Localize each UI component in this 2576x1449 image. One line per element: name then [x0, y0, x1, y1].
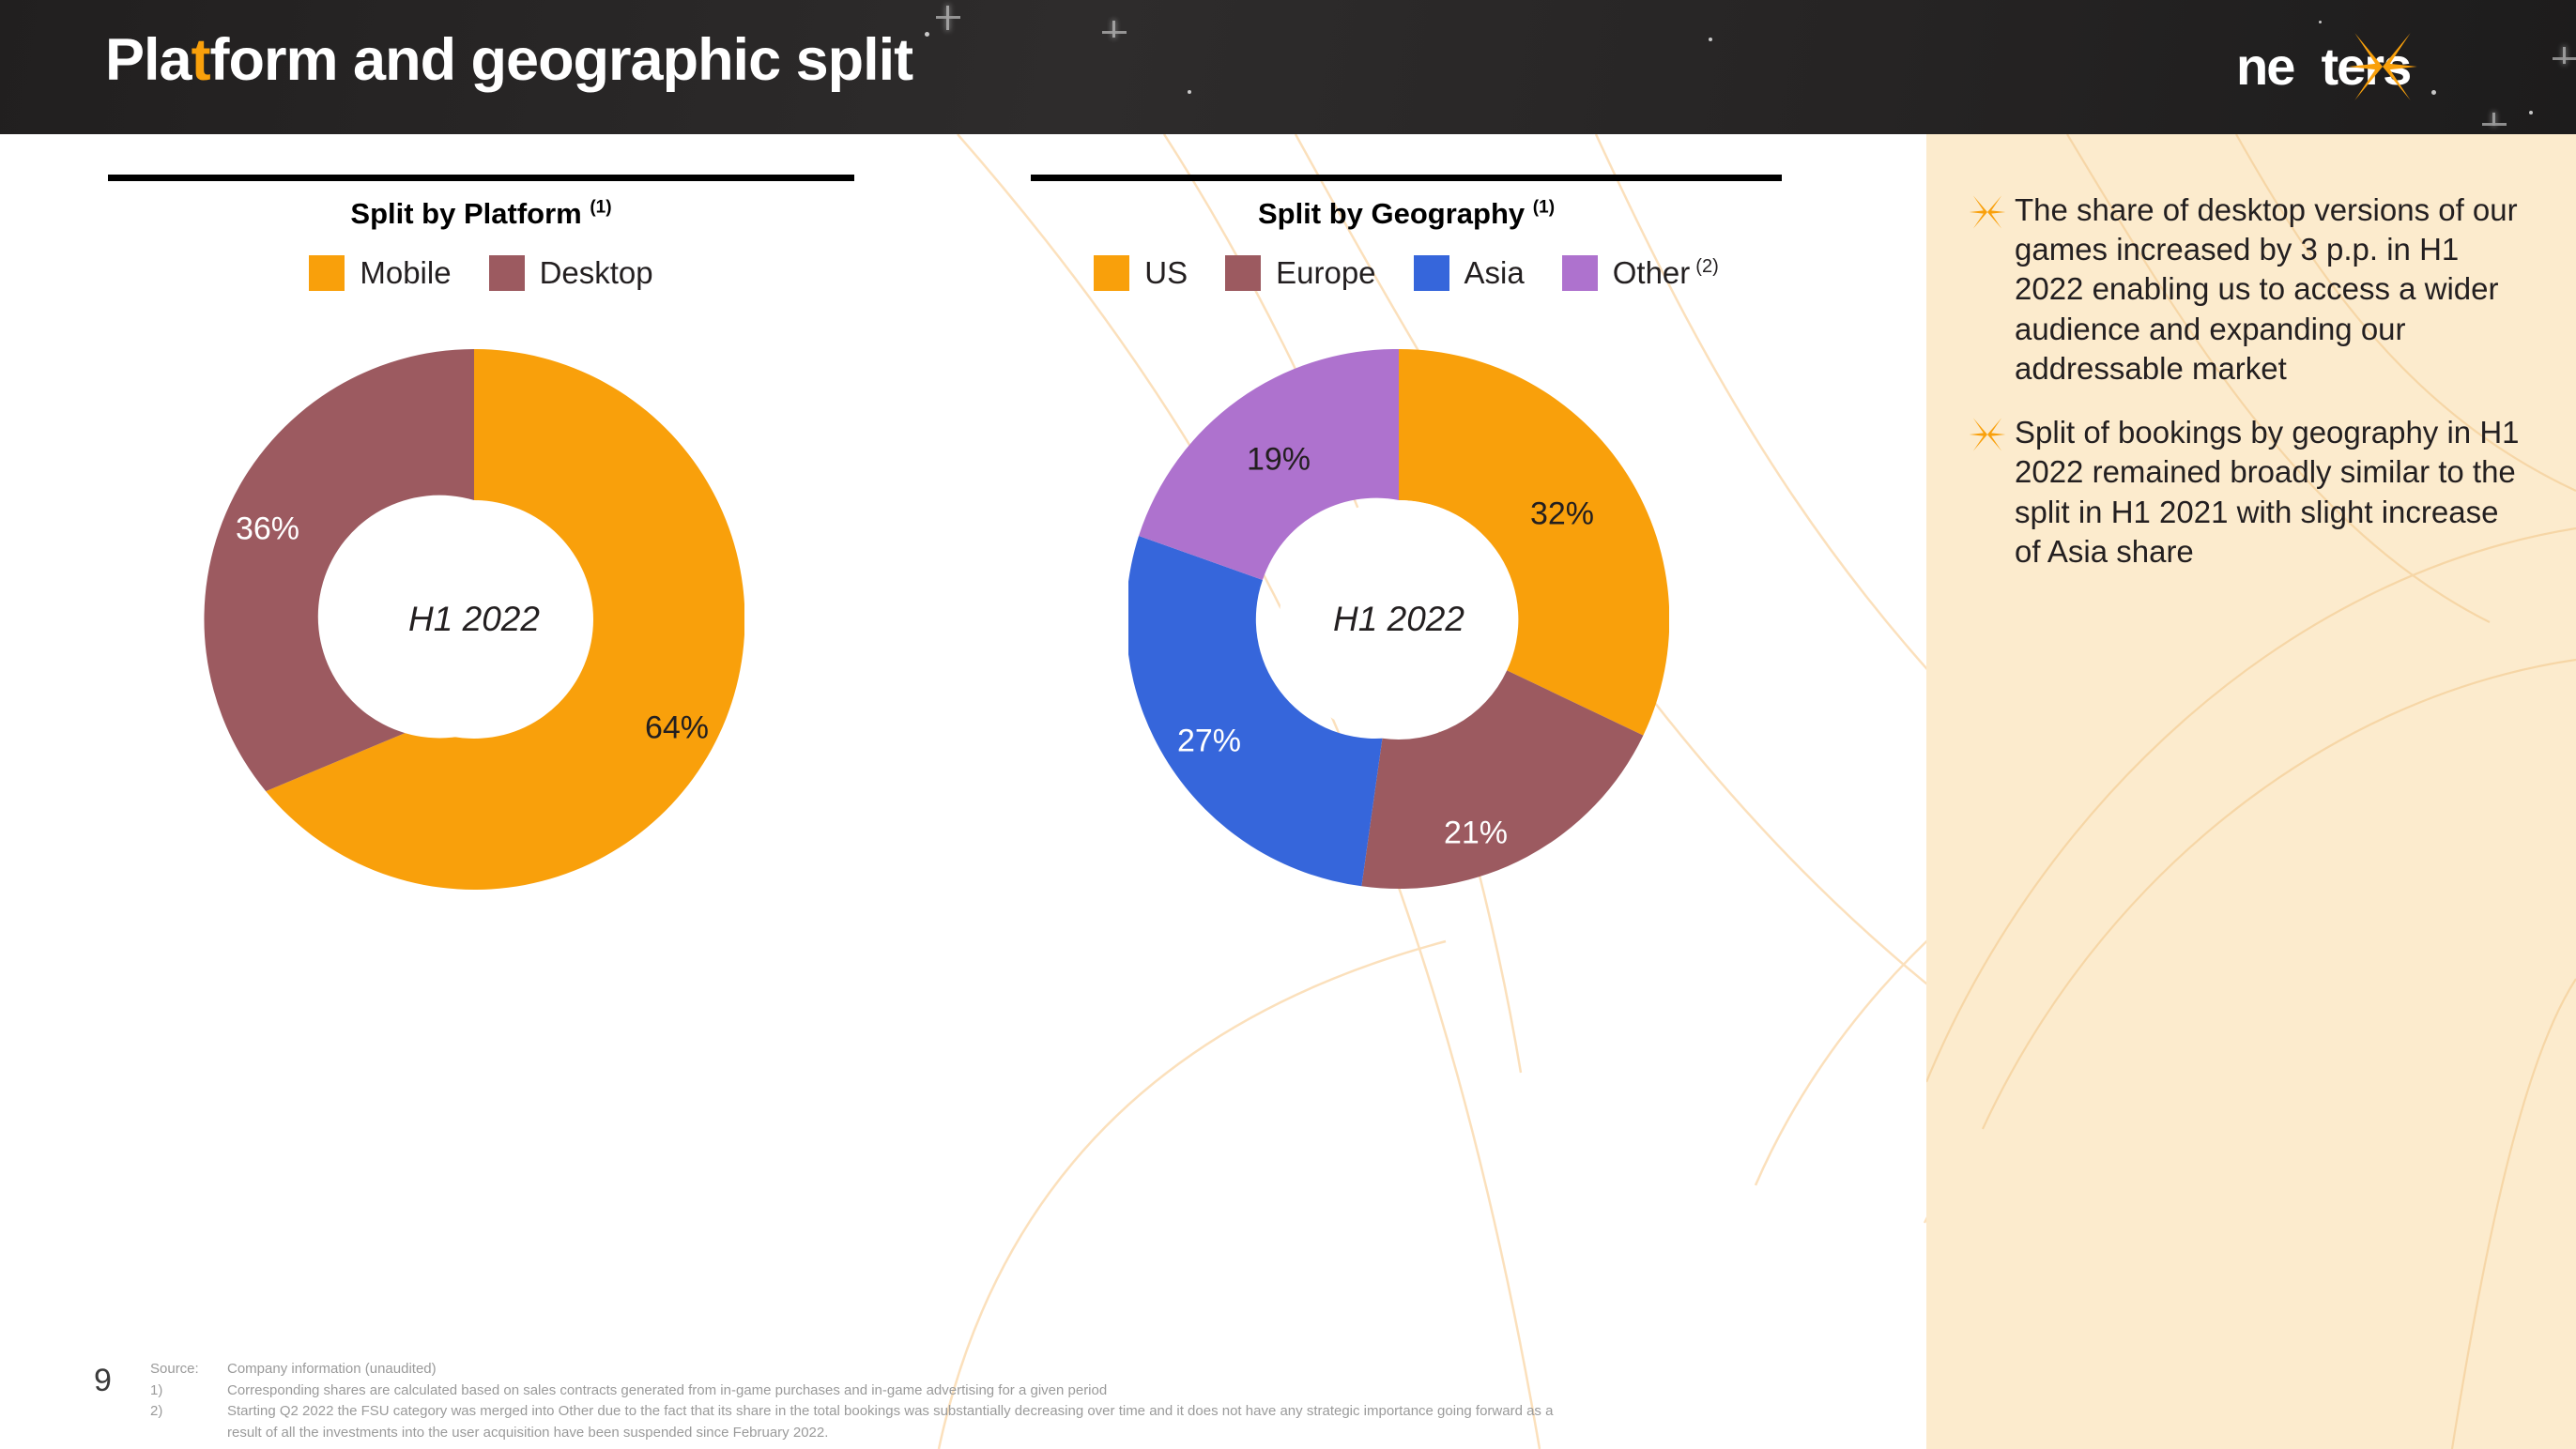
- chart-title-geography: Split by Geography (1): [1031, 197, 1782, 231]
- footnote-2-continuation: result of all the investments into the u…: [227, 1424, 829, 1441]
- legend-swatch-mobile-icon: [309, 255, 345, 291]
- donut-center-label-geography: H1 2022: [1333, 600, 1464, 638]
- legend-item-europe[interactable]: Europe: [1225, 255, 1413, 291]
- chart-block-geography: Split by Geography (1) US Europe Asia Ot…: [1031, 175, 1782, 291]
- chart-title-platform: Split by Platform (1): [108, 197, 854, 231]
- legend-item-us[interactable]: US: [1094, 255, 1225, 291]
- legend-item-mobile[interactable]: Mobile: [309, 255, 488, 291]
- page-title-accent-letter: t: [191, 27, 211, 93]
- commentary-bullet-list: The share of desktop versions of our gam…: [1968, 191, 2531, 596]
- legend-item-desktop[interactable]: Desktop: [488, 255, 653, 291]
- header-star-decor: [2319, 21, 2322, 23]
- donut-center-label-platform: H1 2022: [408, 600, 540, 638]
- star-bullet-icon: [1969, 195, 2006, 229]
- page-number: 9: [94, 1363, 112, 1398]
- chart-title-text: Split by Geography: [1257, 197, 1526, 230]
- donut-value-label-asia: 27%: [1176, 723, 1242, 759]
- bullet-item: Split of bookings by geography in H1 202…: [1968, 413, 2531, 572]
- page-title-part-1: Pla: [105, 27, 192, 93]
- page-title-part-2: form and geographic split: [209, 27, 914, 93]
- footnote-2-value: Starting Q2 2022 the FSU category was me…: [227, 1403, 1554, 1419]
- header-sparkle-decor: [936, 6, 960, 30]
- commentary-panel: The share of desktop versions of our gam…: [1926, 134, 2576, 1449]
- legend-geography: US Europe Asia Other (2): [1031, 255, 1782, 291]
- legend-swatch-other-icon: [1561, 255, 1598, 291]
- bullet-item: The share of desktop versions of our gam…: [1968, 191, 2531, 389]
- donut-value-label-desktop: 36%: [235, 511, 300, 547]
- chart-title-text: Split by Platform: [350, 197, 582, 230]
- donut-chart-platform: H1 2022 64% 36%: [204, 348, 745, 890]
- donut-value-label-other: 19%: [1246, 441, 1311, 478]
- legend-swatch-desktop-icon: [488, 255, 525, 291]
- legend-swatch-europe-icon: [1225, 255, 1262, 291]
- chart-title-footnote-marker: (1): [1532, 197, 1556, 218]
- chart-title-footnote-marker: (1): [590, 197, 612, 218]
- footnote-2-key: 2): [150, 1403, 163, 1419]
- header-star-decor: [1709, 38, 1712, 41]
- legend-item-other[interactable]: Other (2): [1561, 255, 1719, 291]
- bullet-text: Split of bookings by geography in H1 202…: [2015, 415, 2520, 569]
- footnote-1: 1) Corresponding shares are calculated b…: [150, 1380, 2028, 1402]
- footnotes: Source: Company information (unaudited) …: [150, 1359, 2028, 1443]
- chart-block-platform: Split by Platform (1) Mobile Desktop: [108, 175, 854, 291]
- footnote-2: 2) Starting Q2 2022 the FSU category was…: [150, 1401, 2028, 1423]
- legend-label-europe: Europe: [1276, 255, 1376, 290]
- legend-swatch-asia-icon: [1413, 255, 1449, 291]
- legend-label-other: Other (2): [1613, 255, 1719, 291]
- header-sparkle-decor: [1102, 21, 1127, 38]
- footnote-source: Source: Company information (unaudited): [150, 1359, 2028, 1380]
- legend-label-mobile: Mobile: [360, 255, 452, 290]
- nexters-logo: nexters: [2236, 33, 2518, 100]
- legend-label-asia: Asia: [1464, 255, 1525, 290]
- footnote-source-key: Source:: [150, 1361, 199, 1377]
- header-star-decor: [925, 32, 929, 37]
- footnote-source-value: Company information (unaudited): [227, 1361, 437, 1377]
- header-sparkle-decor: [2553, 47, 2576, 64]
- logo-text-part-1: ne: [2236, 37, 2295, 96]
- bullet-text: The share of desktop versions of our gam…: [2015, 192, 2518, 386]
- legend-swatch-us-icon: [1094, 255, 1130, 291]
- header-sparkle-decor: [2482, 113, 2507, 126]
- donut-value-label-us: 32%: [1529, 496, 1595, 532]
- footnote-1-value: Corresponding shares are calculated base…: [227, 1381, 1108, 1398]
- slide-header: Platform and geographic split nexters: [0, 0, 2576, 134]
- footnote-1-key: 1): [150, 1381, 163, 1398]
- star-bullet-icon: [1969, 418, 2006, 451]
- legend-label-us: US: [1144, 255, 1188, 290]
- page-title: Platform and geographic split: [105, 26, 914, 94]
- legend-item-asia[interactable]: Asia: [1413, 255, 1562, 291]
- chart-title-rule: [1031, 175, 1782, 181]
- legend-platform: Mobile Desktop: [108, 255, 854, 291]
- logo-star-x-icon: [2348, 33, 2417, 100]
- legend-label-other-text: Other: [1612, 255, 1691, 290]
- header-star-decor: [1188, 90, 1191, 94]
- legend-other-footnote-marker: (2): [1695, 256, 1719, 277]
- donut-chart-geography: H1 2022 32% 21% 27% 19%: [1126, 348, 1670, 890]
- chart-title-rule: [108, 175, 854, 181]
- donut-value-label-europe: 21%: [1443, 815, 1509, 851]
- legend-label-desktop: Desktop: [539, 255, 653, 290]
- donut-value-label-mobile: 64%: [644, 709, 710, 746]
- header-star-decor: [2529, 111, 2533, 114]
